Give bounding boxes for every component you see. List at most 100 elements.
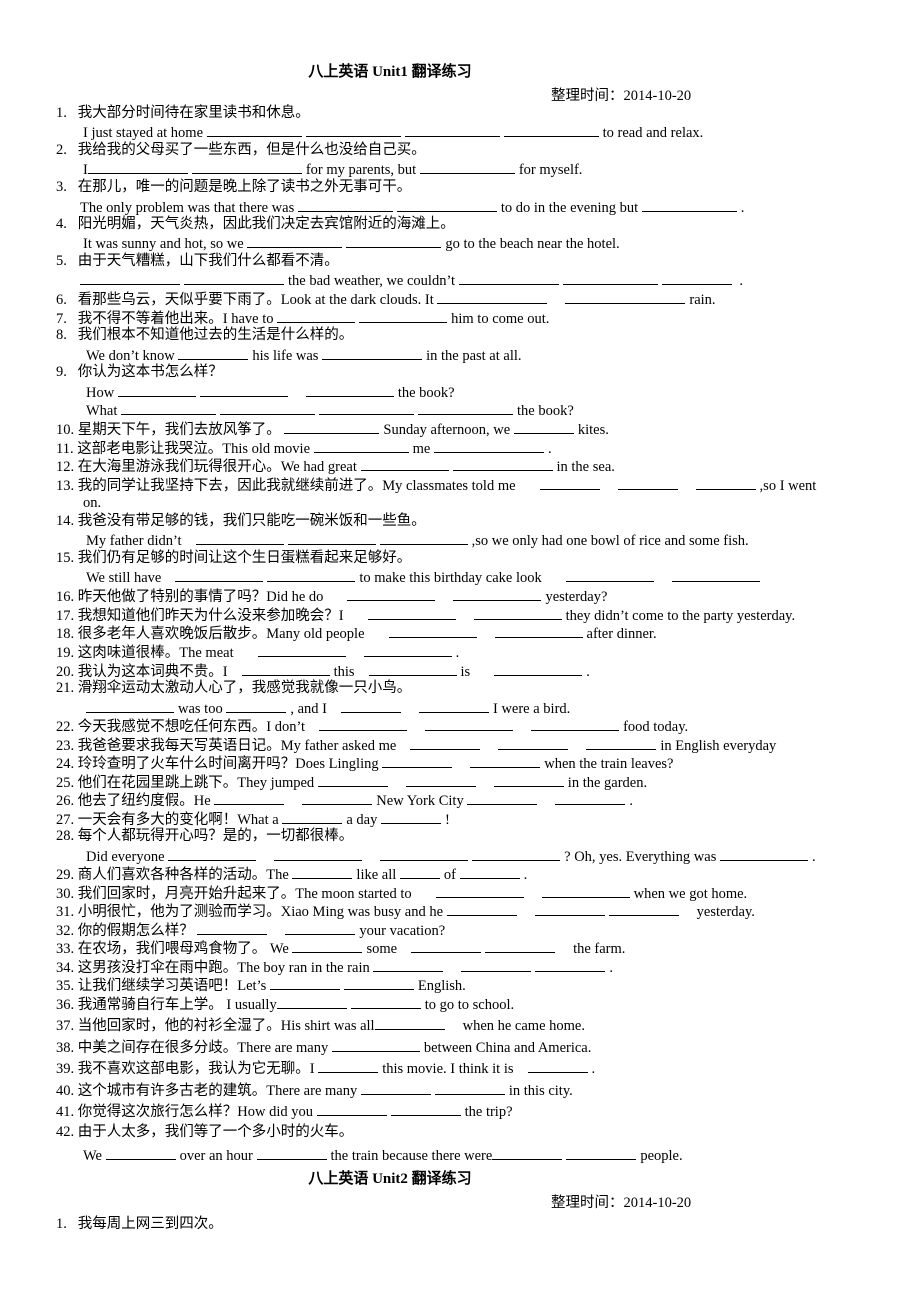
blank[interactable] xyxy=(292,938,363,953)
blank[interactable] xyxy=(269,975,340,990)
blank[interactable] xyxy=(367,605,456,620)
blank[interactable] xyxy=(347,586,436,601)
blank[interactable] xyxy=(302,790,373,805)
blank[interactable] xyxy=(317,772,388,787)
blank[interactable] xyxy=(374,1015,445,1030)
blank[interactable] xyxy=(214,790,285,805)
blank[interactable] xyxy=(220,400,316,415)
blank[interactable] xyxy=(247,233,343,248)
blank[interactable] xyxy=(305,382,394,397)
blank[interactable] xyxy=(411,938,482,953)
blank[interactable] xyxy=(418,698,489,713)
blank[interactable] xyxy=(671,567,760,582)
blank[interactable] xyxy=(399,864,440,879)
blank[interactable] xyxy=(382,753,453,768)
blank[interactable] xyxy=(566,1145,637,1160)
blank[interactable] xyxy=(396,197,497,212)
blank[interactable] xyxy=(452,456,553,471)
blank[interactable] xyxy=(405,772,476,787)
blank[interactable] xyxy=(257,642,346,657)
blank[interactable] xyxy=(175,567,264,582)
blank[interactable] xyxy=(305,122,401,137)
blank[interactable] xyxy=(373,957,444,972)
blank[interactable] xyxy=(453,586,542,601)
blank[interactable] xyxy=(539,475,600,490)
blank[interactable] xyxy=(380,846,469,861)
blank[interactable] xyxy=(319,400,415,415)
blank[interactable] xyxy=(368,661,457,676)
blank[interactable] xyxy=(513,419,574,434)
blank[interactable] xyxy=(459,864,520,879)
blank[interactable] xyxy=(178,345,249,360)
blank[interactable] xyxy=(473,605,562,620)
blank[interactable] xyxy=(617,475,678,490)
blank[interactable] xyxy=(390,1101,461,1116)
blank[interactable] xyxy=(527,1058,588,1073)
blank[interactable] xyxy=(565,567,654,582)
blank[interactable] xyxy=(492,1145,563,1160)
blank[interactable] xyxy=(276,994,347,1009)
blank[interactable] xyxy=(494,661,583,676)
blank[interactable] xyxy=(350,994,421,1009)
blank[interactable] xyxy=(199,382,288,397)
blank[interactable] xyxy=(346,233,442,248)
blank[interactable] xyxy=(410,735,481,750)
blank[interactable] xyxy=(467,790,538,805)
blank[interactable] xyxy=(360,456,449,471)
blank[interactable] xyxy=(641,197,737,212)
blank[interactable] xyxy=(695,475,756,490)
blank[interactable] xyxy=(461,957,532,972)
blank[interactable] xyxy=(555,790,626,805)
blank[interactable] xyxy=(531,716,620,731)
blank[interactable] xyxy=(105,1145,176,1160)
blank[interactable] xyxy=(586,735,657,750)
blank[interactable] xyxy=(80,270,180,285)
blank[interactable] xyxy=(191,159,302,174)
blank[interactable] xyxy=(485,938,556,953)
blank[interactable] xyxy=(472,846,561,861)
blank[interactable] xyxy=(661,270,732,285)
blank[interactable] xyxy=(494,623,583,638)
blank[interactable] xyxy=(340,698,401,713)
blank[interactable] xyxy=(498,735,569,750)
blank[interactable] xyxy=(319,716,408,731)
blank[interactable] xyxy=(535,957,606,972)
blank[interactable] xyxy=(274,846,363,861)
blank[interactable] xyxy=(87,159,188,174)
blank[interactable] xyxy=(437,289,548,304)
blank[interactable] xyxy=(565,289,686,304)
blank[interactable] xyxy=(313,438,409,453)
blank[interactable] xyxy=(458,270,559,285)
blank[interactable] xyxy=(168,846,257,861)
blank[interactable] xyxy=(285,920,356,935)
blank[interactable] xyxy=(287,530,376,545)
blank[interactable] xyxy=(195,530,284,545)
blank[interactable] xyxy=(388,623,477,638)
blank[interactable] xyxy=(534,901,605,916)
blank[interactable] xyxy=(541,883,630,898)
blank[interactable] xyxy=(197,920,268,935)
blank[interactable] xyxy=(435,883,524,898)
blank[interactable] xyxy=(562,270,658,285)
blank[interactable] xyxy=(241,661,330,676)
blank[interactable] xyxy=(316,1101,387,1116)
blank[interactable] xyxy=(446,901,517,916)
blank[interactable] xyxy=(379,530,468,545)
blank[interactable] xyxy=(360,1080,431,1095)
blank[interactable] xyxy=(719,846,808,861)
blank[interactable] xyxy=(608,901,679,916)
blank[interactable] xyxy=(206,122,302,137)
blank[interactable] xyxy=(297,197,393,212)
blank[interactable] xyxy=(363,642,452,657)
blank[interactable] xyxy=(267,567,356,582)
blank[interactable] xyxy=(117,382,196,397)
blank[interactable] xyxy=(282,809,343,824)
blank[interactable] xyxy=(184,270,284,285)
blank[interactable] xyxy=(277,308,356,323)
blank[interactable] xyxy=(121,400,217,415)
blank[interactable] xyxy=(226,698,287,713)
blank[interactable] xyxy=(503,122,599,137)
blank[interactable] xyxy=(322,345,423,360)
blank[interactable] xyxy=(380,809,441,824)
blank[interactable] xyxy=(292,864,353,879)
